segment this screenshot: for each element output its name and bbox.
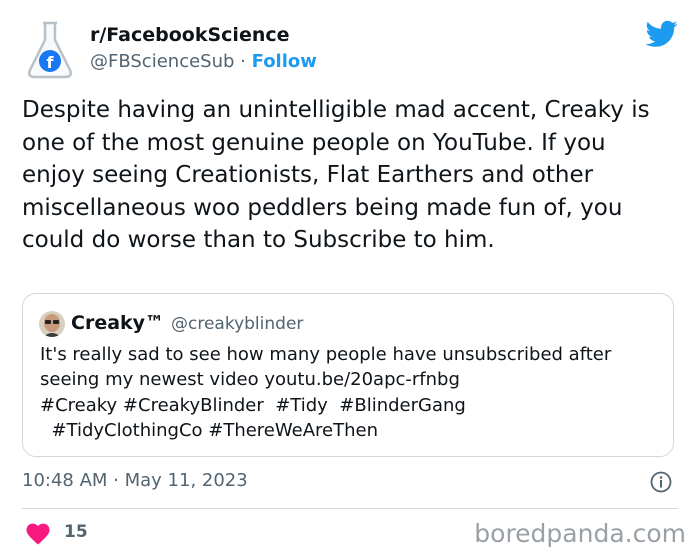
like-count[interactable]: 15 [64,522,88,542]
handle-line: @FBScienceSub · Follow [90,51,317,72]
timestamp[interactable]: 10:48 AM · May 11, 2023 [22,470,248,491]
follow-button[interactable]: Follow [252,51,317,72]
svg-text:f: f [47,53,55,72]
profile-avatar[interactable]: f [22,20,78,80]
heart-icon[interactable] [26,523,50,545]
quoted-avatar[interactable] [39,311,65,337]
quoted-display-name[interactable]: Creaky™ [71,312,164,334]
quoted-text: It's really sad to see how many people h… [40,344,612,441]
quoted-tweet[interactable]: Creaky™ @creakyblinder It's really sad t… [22,293,674,457]
tweet-text: Despite having an unintelligible mad acc… [22,97,650,254]
watermark: boredpanda.com [474,519,686,548]
info-icon[interactable] [650,471,672,493]
user-handle[interactable]: @FBScienceSub [90,51,234,72]
quoted-handle[interactable]: @creakyblinder [171,314,303,334]
display-name[interactable]: r/FacebookScience [90,24,290,46]
divider [22,508,678,509]
separator: · [240,51,246,72]
twitter-bird-icon[interactable] [645,20,678,48]
